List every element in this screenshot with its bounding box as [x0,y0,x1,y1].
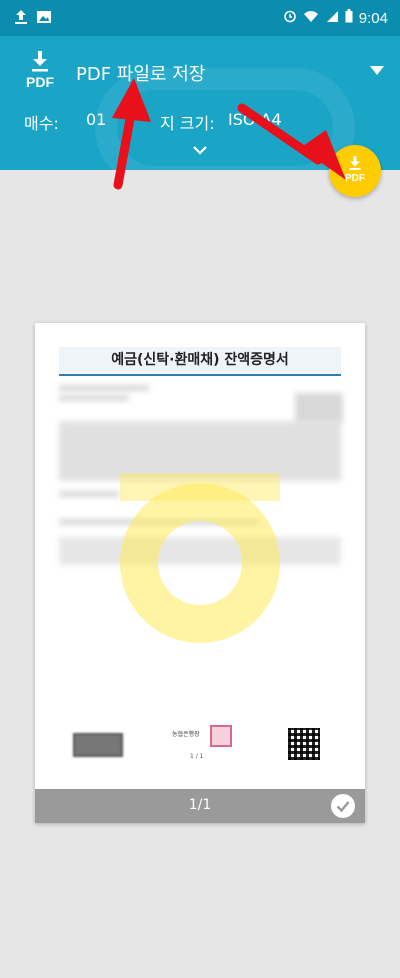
page-select-check-icon[interactable] [331,794,355,818]
download-icon [349,156,361,170]
pdf-icon-label: PDF [26,74,54,90]
upload-icon [14,9,28,29]
document-preview[interactable]: 예금(신탁·환매채) 잔액증명서 농협은행장 1 / 1 1/1 [35,323,365,823]
seal-page-number: 1 / 1 [190,753,204,760]
bank-seal: 농협은행장 1 / 1 [172,725,234,760]
printer-select[interactable]: PDF 파일로 저장 [76,60,205,86]
printer-dropdown-icon[interactable] [370,66,384,75]
battery-icon [345,9,353,27]
wifi-icon [303,10,319,27]
alarm-icon [283,9,297,27]
blurred-text [59,385,149,391]
image-icon [36,9,52,29]
status-bar: 9:04 [0,0,400,36]
copies-value[interactable]: 01 [86,110,106,129]
red-seal-stamp [210,725,232,747]
paper-size-label: 지 크기: [160,114,215,133]
title-underline [59,374,341,376]
document-title: 예금(신탁·환매채) 잔액증명서 [59,347,341,373]
blurred-text [59,395,129,401]
page-count: 1/1 [188,797,212,813]
expand-options-chevron-icon[interactable] [192,140,208,159]
qr-code [288,728,320,760]
seal-bank-name: 농협은행장 [172,731,200,738]
copies-label: 매수: [24,114,59,133]
paper-size-value[interactable]: ISO A4 [228,110,282,129]
logo-stamp [73,733,123,757]
pdf-download-icon: PDF [22,50,58,92]
save-pdf-label: PDF [345,173,365,184]
watermark-ring [120,483,280,643]
page-footer: 1/1 [35,789,365,823]
blurred-table [59,421,341,481]
blurred-text [295,393,343,423]
clock: 9:04 [358,9,388,27]
blurred-text [59,491,119,497]
signal-icon [325,10,339,27]
save-pdf-button[interactable]: PDF [329,145,381,197]
